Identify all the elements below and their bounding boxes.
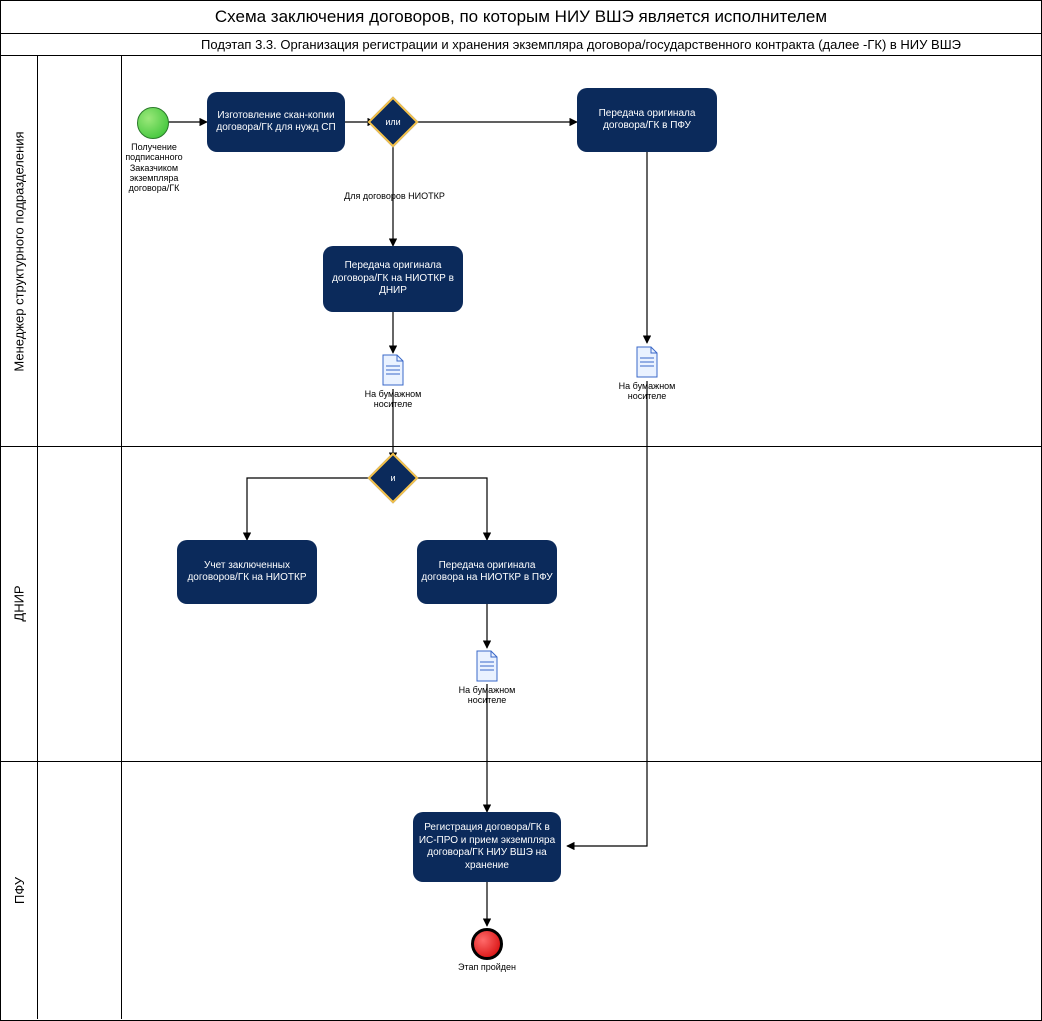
task-scan-copy: Изготовление скан-копии договора/ГК для … (207, 92, 345, 152)
lane-label-manager-text: Менеджер структурного подразделения (12, 131, 27, 371)
page-title: Схема заключения договоров, по которым Н… (1, 1, 1041, 34)
page-subtitle-text: Подэтап 3.3. Организация регистрации и х… (201, 37, 961, 52)
end-event-label: Этап пройден (451, 962, 523, 972)
task-pass-to-dnir-text: Передача оригинала договора/ГК на НИОТКР… (327, 260, 459, 298)
task-register-text: Регистрация договора/ГК в ИС-ПРО и прием… (417, 822, 557, 872)
task-pass-to-dnir: Передача оригинала договора/ГК на НИОТКР… (323, 246, 463, 312)
gateway-and-label: и (375, 460, 411, 496)
task-pass-to-pfu: Передача оригинала договора/ГК в ПФУ (577, 88, 717, 152)
gateway-and: и (375, 460, 411, 496)
swimlanes: Менеджер структурного подразделения ДНИР… (1, 56, 1041, 1019)
annotation-paper-2: На бумажном носителе (457, 685, 517, 706)
annotation-paper-3: На бумажном носителе (617, 381, 677, 402)
start-event (137, 107, 169, 139)
document-icon (474, 650, 500, 682)
lane-label-manager: Менеджер структурного подразделения (1, 56, 38, 446)
task-pass-to-pfu-2-text: Передача оригинала договора на НИОТКР в … (421, 560, 553, 585)
document-icon (634, 346, 660, 378)
gateway-or-label: или (375, 104, 411, 140)
task-account-contracts-text: Учет заключенных договоров/ГК на НИОТКР (181, 560, 313, 585)
task-pass-to-pfu-text: Передача оригинала договора/ГК в ПФУ (581, 108, 713, 133)
annotation-paper-1: На бумажном носителе (363, 389, 423, 410)
diagram-page: Схема заключения договоров, по которым Н… (0, 0, 1042, 1021)
task-scan-copy-text: Изготовление скан-копии договора/ГК для … (211, 110, 341, 135)
lane-label-dnir-text: ДНИР (12, 585, 27, 621)
annotation-for-niotkr: Для договоров НИОТКР (337, 191, 452, 201)
gateway-or: или (375, 104, 411, 140)
lane-label-pfu-text: ПФУ (12, 877, 27, 904)
task-register: Регистрация договора/ГК в ИС-ПРО и прием… (413, 812, 561, 882)
task-pass-to-pfu-2: Передача оригинала договора на НИОТКР в … (417, 540, 557, 604)
lane-label-dnir: ДНИР (1, 446, 38, 761)
start-event-label: Получение подписанного Заказчиком экземп… (115, 142, 193, 194)
page-title-text: Схема заключения договоров, по которым Н… (215, 7, 827, 27)
page-subtitle: Подэтап 3.3. Организация регистрации и х… (1, 34, 1041, 56)
diagram-canvas: Получение подписанного Заказчиком экземп… (37, 56, 1041, 1019)
end-event (471, 928, 503, 960)
task-account-contracts: Учет заключенных договоров/ГК на НИОТКР (177, 540, 317, 604)
lane-label-pfu: ПФУ (1, 761, 38, 1019)
document-icon (380, 354, 406, 386)
lane-inner-column (121, 56, 122, 1019)
